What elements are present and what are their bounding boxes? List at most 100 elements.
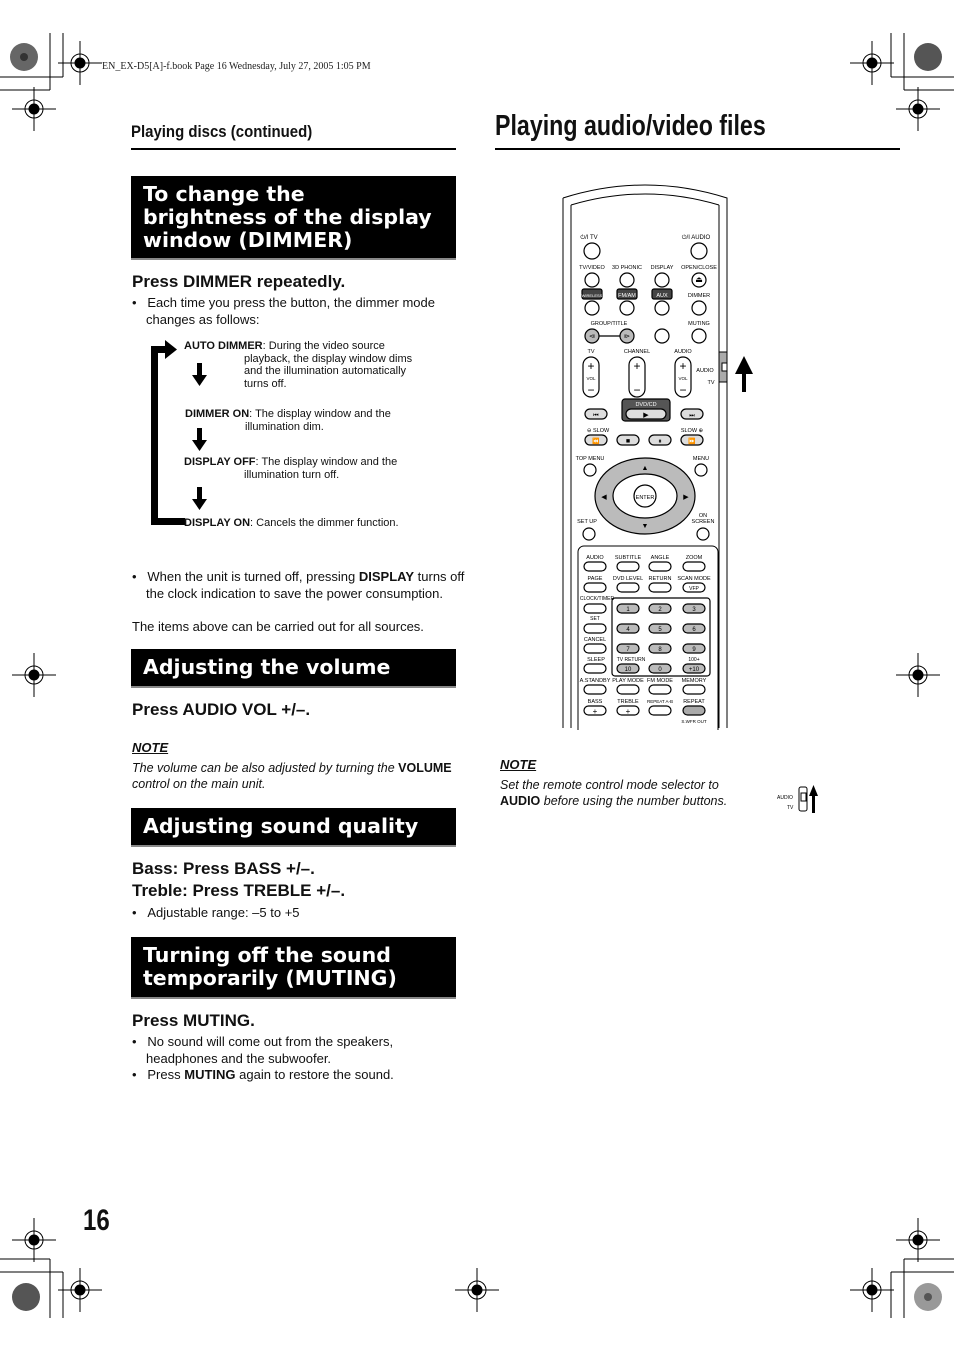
- heading-line: Adjusting the volume: [143, 655, 391, 679]
- button-page[interactable]: [583, 582, 607, 593]
- volume-instruction: Press AUDIO VOL +/–.: [132, 700, 311, 719]
- note-text: Set the remote control mode selector to: [500, 778, 719, 792]
- label-aux: AUX: [656, 293, 668, 299]
- label-dvdcd: DVD/CD: [635, 402, 656, 408]
- volume-note-body: The volume can be also adjusted by turni…: [132, 760, 452, 792]
- label-mode-tv: TV: [707, 380, 714, 386]
- set-up-button[interactable]: [582, 527, 596, 541]
- label-top-menu: TOP MENU: [576, 456, 605, 462]
- number-label: +10: [689, 667, 700, 673]
- label-page: PAGE: [588, 576, 603, 582]
- tv-vol-plus: +: [587, 359, 594, 373]
- registration-mark: [12, 1218, 56, 1262]
- label-wireless: WIRELESS: [582, 293, 603, 298]
- label-dimmer: DIMMER: [688, 293, 710, 299]
- audio-power-button[interactable]: [690, 242, 708, 260]
- heading-line: temporarily (MUTING): [143, 966, 397, 990]
- button-audio[interactable]: [583, 561, 607, 572]
- label-audio-power: ⏻/I AUDIO: [682, 234, 711, 241]
- label-fm-mode: FM MODE: [647, 678, 673, 684]
- tv-power-button[interactable]: [583, 242, 601, 260]
- note-bold: VOLUME: [398, 761, 452, 775]
- top-menu-button[interactable]: [583, 463, 597, 477]
- sound-quality-heading: Adjusting sound quality: [131, 808, 456, 847]
- skip-back-icon: ⏮: [593, 413, 599, 419]
- channel-minus: −: [633, 383, 640, 397]
- button-3d-phonic[interactable]: [619, 272, 635, 288]
- audio-vol-minus: −: [679, 383, 686, 397]
- down-icon: ▼: [642, 523, 649, 530]
- label-menu: MENU: [693, 456, 709, 462]
- button-dvd-level[interactable]: [616, 582, 640, 593]
- mode-desc: illumination dim.: [245, 420, 324, 433]
- label-zoom: ZOOM: [686, 555, 703, 561]
- label-set-up: SET UP: [577, 519, 597, 525]
- clock-timer-button[interactable]: [583, 603, 607, 614]
- button-aux[interactable]: [654, 300, 670, 316]
- mode-name: DISPLAY OFF: [184, 456, 256, 468]
- remote-control-illustration: ⏻/I TV ⏻/I AUDIO TV/VIDEO 3D PHONIC DISPLAY O…: [562, 184, 753, 730]
- label-audio-vol: AUDIO: [674, 349, 692, 355]
- bullet-text: Each time you press the button, the dimm…: [146, 295, 435, 327]
- registration-mark: [896, 1218, 940, 1262]
- skip-forward-icon: ⏭: [689, 413, 695, 419]
- button-return[interactable]: [648, 582, 672, 593]
- mode-desc: playback, the display window dims: [244, 352, 413, 365]
- button-repeat[interactable]: [682, 705, 706, 716]
- rewind-icon: ⏪: [592, 437, 600, 445]
- button-wireless[interactable]: [584, 300, 600, 316]
- label-mode-audio: AUDIO: [696, 368, 714, 374]
- menu-button[interactable]: [694, 463, 708, 477]
- button-dimmer[interactable]: [691, 300, 707, 316]
- eject-icon: ⏏: [695, 275, 703, 284]
- treble-instruction: Treble: Press TREBLE +/–.: [132, 881, 346, 900]
- page-title: Playing audio/video files: [495, 110, 766, 142]
- button-subtitle[interactable]: [616, 561, 640, 572]
- channel-plus: +: [633, 359, 640, 373]
- audio-vol-plus: +: [679, 359, 686, 373]
- volume-note-title: NOTE: [132, 740, 169, 755]
- heading-line: Turning off the sound: [143, 943, 391, 967]
- label-open-close: OPEN/CLOSE: [681, 265, 717, 271]
- mode-name: DISPLAY ON: [184, 517, 251, 529]
- button-fm-mode[interactable]: [648, 684, 672, 695]
- bullet-text: When the unit is turned off, pressing: [147, 569, 359, 584]
- label-sleep: SLEEP: [587, 657, 605, 663]
- stop-icon: ■: [626, 438, 630, 445]
- mode-desc: : The display window and the: [255, 456, 398, 468]
- label-tv-power: ⏻/I TV: [580, 234, 597, 241]
- remote-note-title: NOTE: [500, 757, 537, 772]
- mode-desc: : The display window and the: [249, 408, 391, 420]
- button-zoom[interactable]: [682, 561, 706, 572]
- cycle-item-display-on: DISPLAY ON: Cancels the dimmer function.: [184, 517, 454, 530]
- sleep-button[interactable]: [583, 663, 607, 674]
- button-display[interactable]: [654, 272, 670, 288]
- mode-desc: and the illumination automatically: [244, 365, 407, 377]
- set-button[interactable]: [583, 623, 607, 634]
- back-button[interactable]: [654, 328, 670, 344]
- note-text: control on the main unit.: [132, 777, 266, 791]
- registration-mark: [896, 653, 940, 697]
- button-memory[interactable]: [682, 684, 706, 695]
- down-arrow-icon: [192, 499, 207, 510]
- button-a-standby[interactable]: [583, 684, 607, 695]
- muting-button[interactable]: [691, 328, 707, 344]
- on-screen-button[interactable]: [696, 527, 710, 541]
- button-repeat-a-b[interactable]: [648, 705, 672, 716]
- dimmer-bullet: • Each time you press the button, the di…: [132, 295, 435, 327]
- label-tv-return: TV RETURN: [617, 657, 646, 663]
- muting-instruction: Press MUTING.: [132, 1011, 255, 1030]
- audio-vol-vol-label: VOL: [678, 376, 688, 381]
- registration-mark: [850, 41, 894, 85]
- button-play-mode[interactable]: [616, 684, 640, 695]
- label-3d-phonic: 3D PHONIC: [612, 265, 642, 271]
- left-icon: ◀: [601, 494, 607, 501]
- button-fm-am[interactable]: [619, 300, 635, 316]
- cancel-button[interactable]: [583, 643, 607, 654]
- up-icon: ▲: [642, 465, 649, 472]
- button-tv-video[interactable]: [584, 272, 600, 288]
- label-slow-back: ⊖ SLOW: [587, 428, 610, 434]
- dimmer-heading: To change the brightness of the display …: [131, 176, 456, 260]
- header-rule: [131, 148, 456, 150]
- button-angle[interactable]: [648, 561, 672, 572]
